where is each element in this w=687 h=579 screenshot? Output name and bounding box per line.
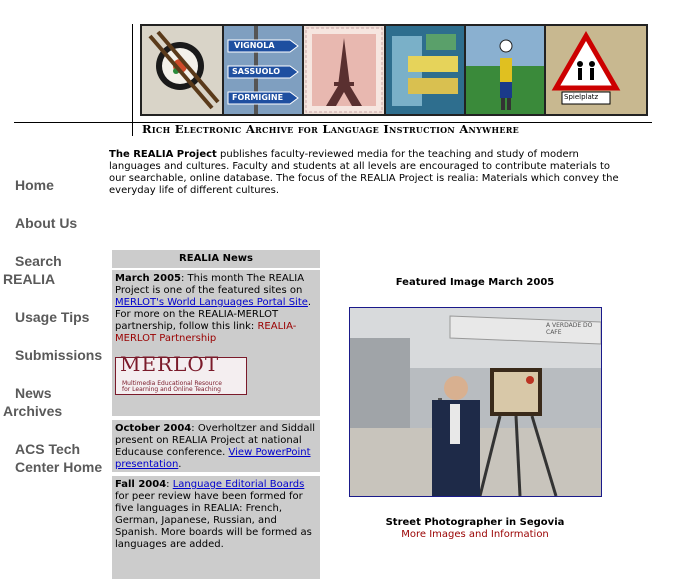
road-signs-image: VIGNOLA SASSUOLO FORMIGINE (224, 26, 302, 114)
site-banner: VIGNOLA SASSUOLO FORMIGINE Spielplatz Ri… (0, 0, 687, 140)
merlot-logo-sub2: for Learning and Online Teaching (122, 386, 221, 393)
street-sign-text: Spielplatz (564, 93, 599, 101)
nav-about-us[interactable]: About Us (15, 214, 77, 232)
sign-word-2: SASSUOLO (232, 67, 281, 76)
intro-lead: The REALIA Project (109, 149, 217, 160)
intro-paragraph: The REALIA Project publishes faculty-rev… (109, 149, 619, 197)
news-header: REALIA News (112, 250, 320, 268)
sushi-image (142, 26, 222, 114)
nav-news-line2: Archives (3, 403, 63, 419)
sign-word-1: VIGNOLA (234, 41, 275, 50)
nav-search-realia[interactable]: Search REALIA (3, 252, 62, 288)
nav-news-archives[interactable]: News Archives (3, 384, 62, 420)
spielplatz-sign-image: Spielplatz (546, 26, 646, 114)
merlot-logo[interactable]: MERLOT Multimedia Educational Resource f… (115, 352, 247, 395)
nav-acs-line2: Center Home (15, 459, 103, 475)
sign-word-3: FORMIGINE (232, 93, 284, 102)
banner-filmstrip: VIGNOLA SASSUOLO FORMIGINE Spielplatz (140, 24, 648, 116)
featured-photo[interactable]: A VERDADE DO CAFE (349, 307, 602, 497)
news-date: October 2004 (115, 423, 192, 434)
street-photographer-image (350, 308, 601, 496)
news-item-march-2005: March 2005: This month The REALIA Projec… (112, 270, 320, 416)
news-item-fall-2004: Fall 2004: Language Editorial Boards for… (112, 476, 320, 579)
editorial-boards-link[interactable]: Language Editorial Boards (173, 479, 305, 490)
more-images-link[interactable]: More Images and Information (350, 529, 600, 540)
nav-acs-tech-center[interactable]: ACS Tech Center Home (3, 440, 102, 476)
nav-acs-line1: ACS Tech (15, 441, 81, 457)
featured-title: Featured Image March 2005 (395, 277, 555, 288)
news-text: for peer review have been formed for fiv… (115, 491, 312, 550)
featured-caption: Street Photographer in Segovia (385, 517, 565, 528)
banner-vertical-rule (132, 24, 133, 136)
nav-home[interactable]: Home (15, 176, 54, 194)
news-text: . (178, 459, 182, 470)
eiffel-stamp-image (304, 26, 384, 114)
nav-submissions[interactable]: Submissions (15, 346, 102, 364)
merlot-portal-link[interactable]: MERLOT's World Languages Portal Site (115, 297, 308, 308)
nav-usage-tips[interactable]: Usage Tips (15, 308, 89, 326)
news-item-october-2004: October 2004: Overholtzer and Siddall pr… (112, 420, 320, 472)
nav-news-line1: News (15, 385, 52, 401)
news-date: Fall 2004 (115, 479, 167, 490)
nav-search-line1: Search (15, 253, 62, 269)
awning-text: A VERDADE DO CAFE (546, 322, 593, 336)
tickets-image (386, 26, 464, 114)
nav-search-line2: REALIA (3, 271, 56, 287)
soccer-image (466, 26, 544, 114)
news-date: March 2005 (115, 273, 181, 284)
site-tagline: Rich Electronic Archive for Language Ins… (142, 122, 520, 136)
merlot-logo-text: MERLOT (120, 352, 220, 376)
